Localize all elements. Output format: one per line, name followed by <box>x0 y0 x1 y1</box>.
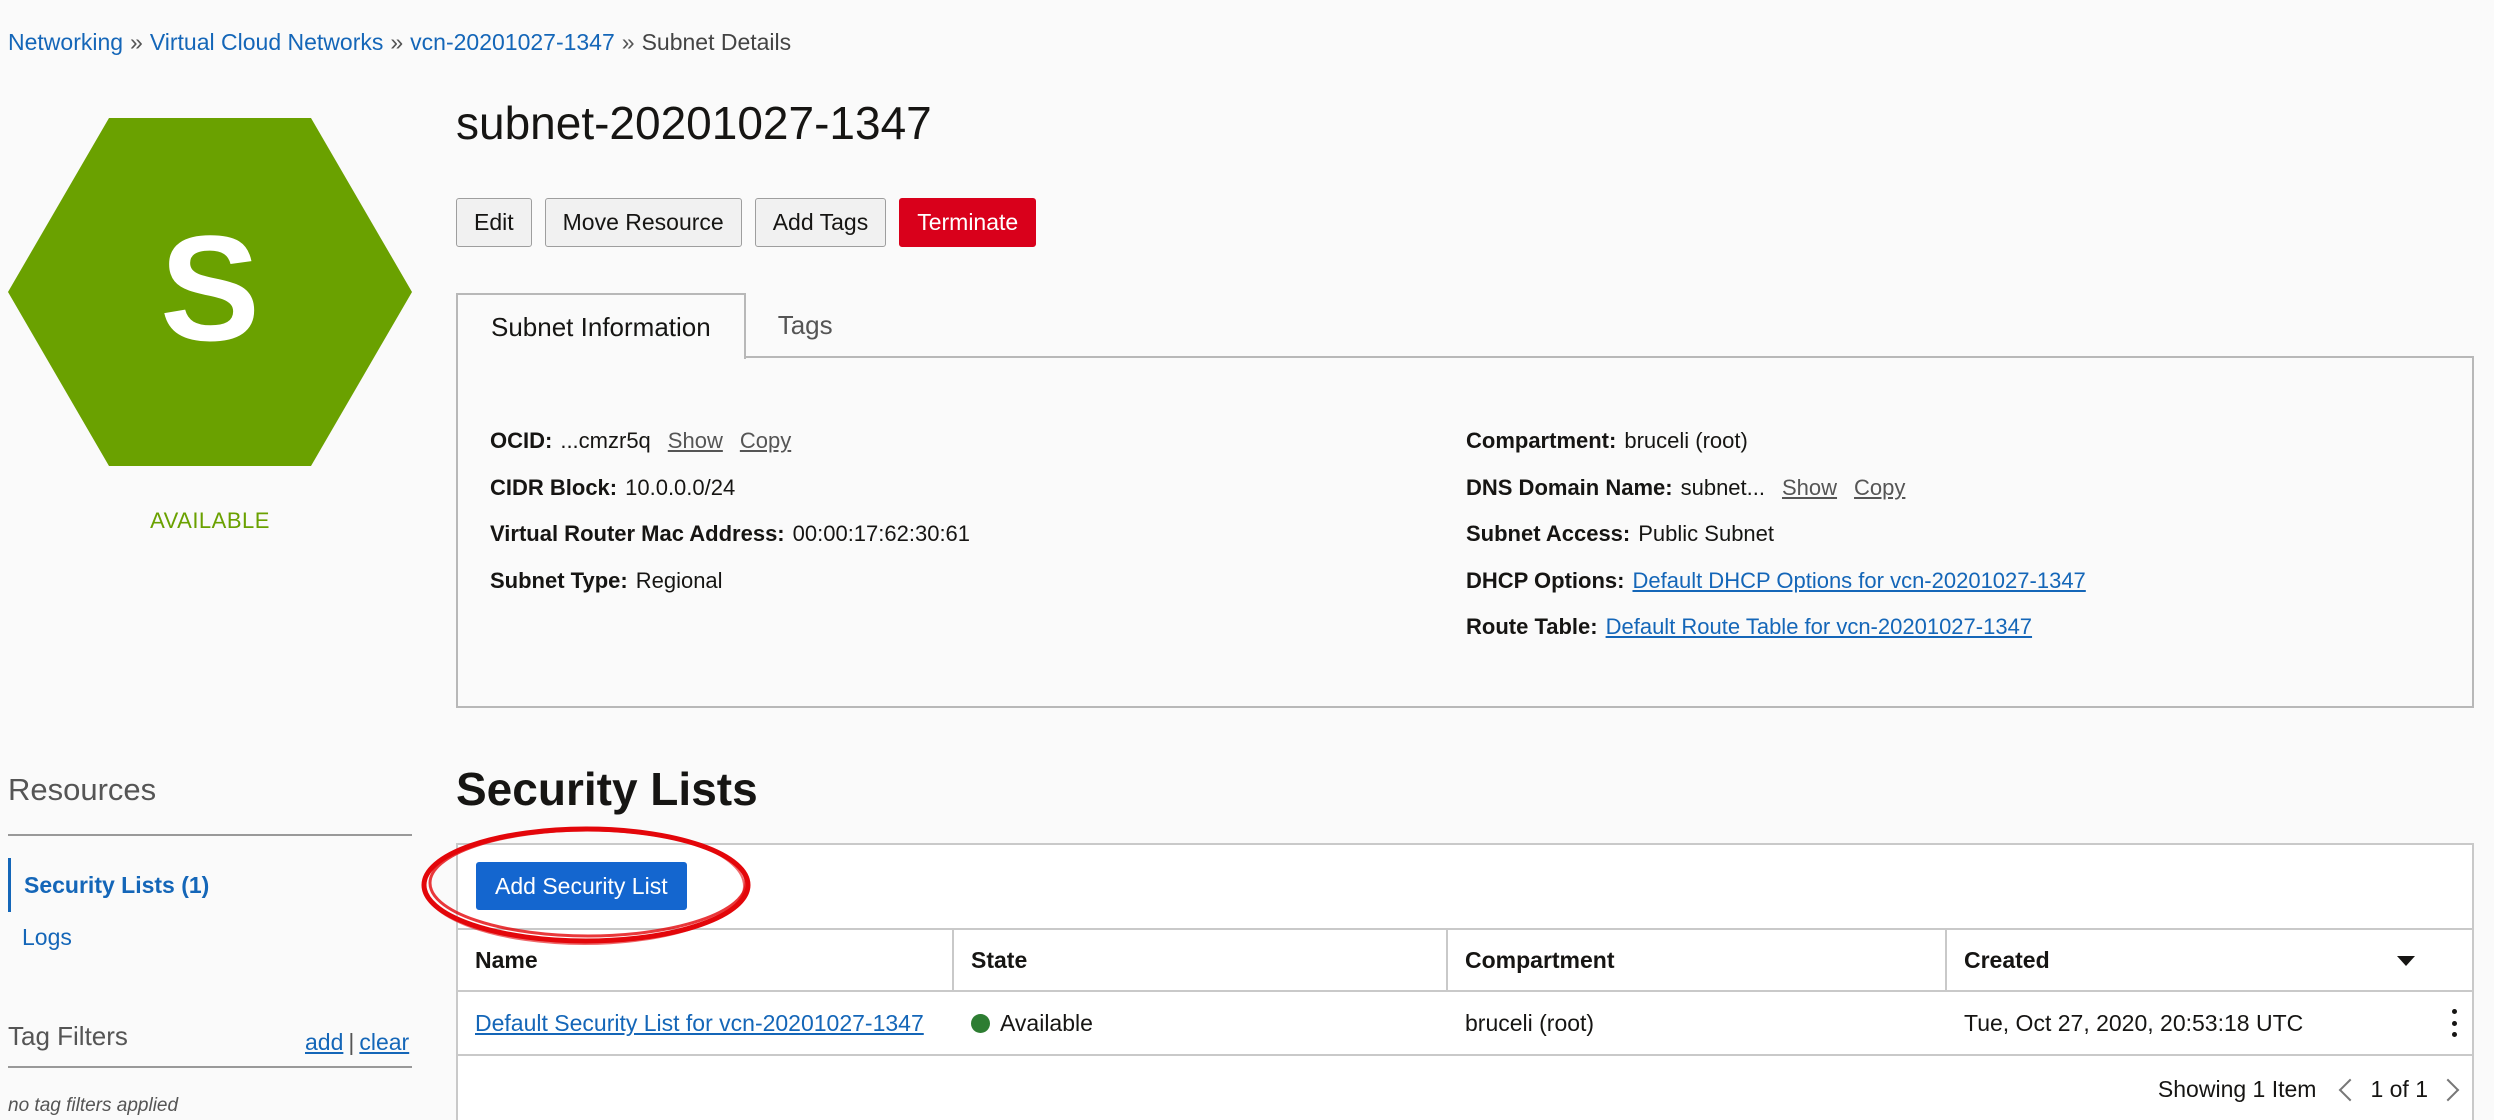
compartment-row: Compartment: bruceli (root) <box>1466 418 2086 465</box>
move-resource-button[interactable]: Move Resource <box>544 198 742 247</box>
dns-value: subnet... <box>1680 474 1765 500</box>
security-lists-table: Add Security List Name State Compartment… <box>456 843 2474 1120</box>
status-dot-icon <box>971 1013 990 1033</box>
dhcp-options-link[interactable]: Default DHCP Options for vcn-20201027-13… <box>1632 568 2085 594</box>
route-table-row: Route Table: Default Route Table for vcn… <box>1466 604 2086 651</box>
ocid-value: ...cmzr5q <box>560 428 651 454</box>
cidr-label: CIDR Block: <box>490 474 618 500</box>
table-header: Name State Compartment Created <box>458 928 2472 992</box>
route-table-label: Route Table: <box>1466 614 1598 640</box>
subnet-info-panel: OCID: ...cmzr5q Show Copy CIDR Block: 10… <box>456 356 2474 708</box>
tag-filter-separator: | <box>348 1029 355 1055</box>
tag-filters-divider <box>8 1066 412 1068</box>
column-header-state[interactable]: State <box>954 930 1448 990</box>
tab-tags[interactable]: Tags <box>746 293 865 358</box>
subnet-access-label: Subnet Access: <box>1466 521 1631 547</box>
cell-compartment: bruceli (root) <box>1465 1009 1595 1036</box>
breadcrumb-separator: » <box>621 29 635 55</box>
sidebar-item-logs[interactable]: Logs <box>22 924 72 951</box>
security-list-link[interactable]: Default Security List for vcn-20201027-1… <box>475 1010 924 1037</box>
subnet-type-row: Subnet Type: Regional <box>490 558 970 605</box>
cell-name: Default Security List for vcn-20201027-1… <box>458 992 954 1054</box>
breadcrumb-networking[interactable]: Networking <box>8 29 123 55</box>
pagination: Showing 1 Item 1 of 1 <box>2157 1076 2460 1103</box>
security-lists-heading: Security Lists <box>456 763 758 815</box>
tag-filters-empty-text: no tag filters applied <box>8 1095 179 1116</box>
add-tags-button[interactable]: Add Tags <box>754 198 887 247</box>
dns-show-link[interactable]: Show <box>1782 475 1837 501</box>
tag-filter-add-link[interactable]: add <box>305 1029 343 1055</box>
previous-page-icon[interactable] <box>2339 1078 2362 1101</box>
breadcrumb-vcns[interactable]: Virtual Cloud Networks <box>150 29 384 55</box>
column-header-compartment[interactable]: Compartment <box>1448 930 1947 990</box>
tag-filters-heading: Tag Filters <box>8 1021 128 1051</box>
cidr-value: 10.0.0.0/24 <box>625 474 736 500</box>
breadcrumb-current: Subnet Details <box>641 29 792 55</box>
subnet-access-row: Subnet Access: Public Subnet <box>1466 511 2086 558</box>
table-row: Default Security List for vcn-20201027-1… <box>458 992 2472 1056</box>
ocid-show-link[interactable]: Show <box>668 428 723 454</box>
action-toolbar: Edit Move Resource Add Tags Terminate <box>456 198 1037 247</box>
terminate-button[interactable]: Terminate <box>899 198 1037 247</box>
tag-filter-actions: add | clear <box>305 1029 409 1056</box>
compartment-value: bruceli (root) <box>1624 428 1748 454</box>
dhcp-label: DHCP Options: <box>1466 567 1625 593</box>
dhcp-row: DHCP Options: Default DHCP Options for v… <box>1466 558 2086 605</box>
breadcrumb-separator: » <box>130 29 143 55</box>
cidr-row: CIDR Block: 10.0.0.0/24 <box>490 465 970 512</box>
state-value: Available <box>1000 1009 1093 1036</box>
breadcrumb-separator: » <box>390 29 404 55</box>
ocid-label: OCID: <box>490 428 553 454</box>
mac-row: Virtual Router Mac Address: 00:00:17:62:… <box>490 511 970 558</box>
page-indicator: 1 of 1 <box>2370 1076 2428 1102</box>
subnet-type-label: Subnet Type: <box>490 567 628 593</box>
dns-label: DNS Domain Name: <box>1466 474 1673 500</box>
next-page-icon[interactable] <box>2436 1078 2460 1101</box>
status-label: AVAILABLE <box>150 508 270 533</box>
tag-filter-clear-link[interactable]: clear <box>359 1029 409 1055</box>
dns-copy-link[interactable]: Copy <box>1854 475 1905 501</box>
ocid-copy-link[interactable]: Copy <box>740 428 791 454</box>
info-column-right: Compartment: bruceli (root) DNS Domain N… <box>1466 418 2086 651</box>
info-column-left: OCID: ...cmzr5q Show Copy CIDR Block: 10… <box>490 418 970 604</box>
resources-heading: Resources <box>8 772 157 807</box>
column-header-created-label: Created <box>1964 946 2050 973</box>
column-header-name[interactable]: Name <box>458 930 954 990</box>
resources-divider <box>8 834 412 836</box>
compartment-label: Compartment: <box>1466 428 1617 454</box>
subnet-hexagon-icon: S <box>8 118 412 466</box>
column-header-created[interactable]: Created <box>1947 930 2472 990</box>
mac-value: 00:00:17:62:30:61 <box>792 521 971 547</box>
breadcrumb: Networking» Virtual Cloud Networks» vcn-20… <box>8 29 791 56</box>
route-table-link[interactable]: Default Route Table for vcn-20201027-134… <box>1606 614 2032 640</box>
ocid-row: OCID: ...cmzr5q Show Copy <box>490 418 970 465</box>
cell-state: Available <box>954 992 1448 1054</box>
mac-label: Virtual Router Mac Address: <box>490 521 785 547</box>
add-security-list-button[interactable]: Add Security List <box>476 862 687 910</box>
subnet-type-value: Regional <box>635 567 723 593</box>
breadcrumb-vcn[interactable]: vcn-20201027-1347 <box>410 29 615 55</box>
dns-row: DNS Domain Name: subnet... Show Copy <box>1466 465 2086 512</box>
row-actions-menu-icon[interactable] <box>2452 1009 2458 1037</box>
edit-button[interactable]: Edit <box>456 198 532 247</box>
sort-caret-icon[interactable] <box>2397 956 2415 966</box>
tab-subnet-information[interactable]: Subnet Information <box>456 293 746 359</box>
hexagon-letter: S <box>160 204 260 372</box>
showing-count: Showing 1 Item <box>2157 1076 2317 1102</box>
page-title: subnet-20201027-1347 <box>456 97 932 149</box>
cell-created: Tue, Oct 27, 2020, 20:53:18 UTC <box>1964 1009 2304 1036</box>
subnet-access-value: Public Subnet <box>1638 521 1775 547</box>
sidebar-item-security-lists[interactable]: Security Lists (1) <box>8 858 412 912</box>
detail-tabs: Subnet Information Tags <box>456 293 865 359</box>
